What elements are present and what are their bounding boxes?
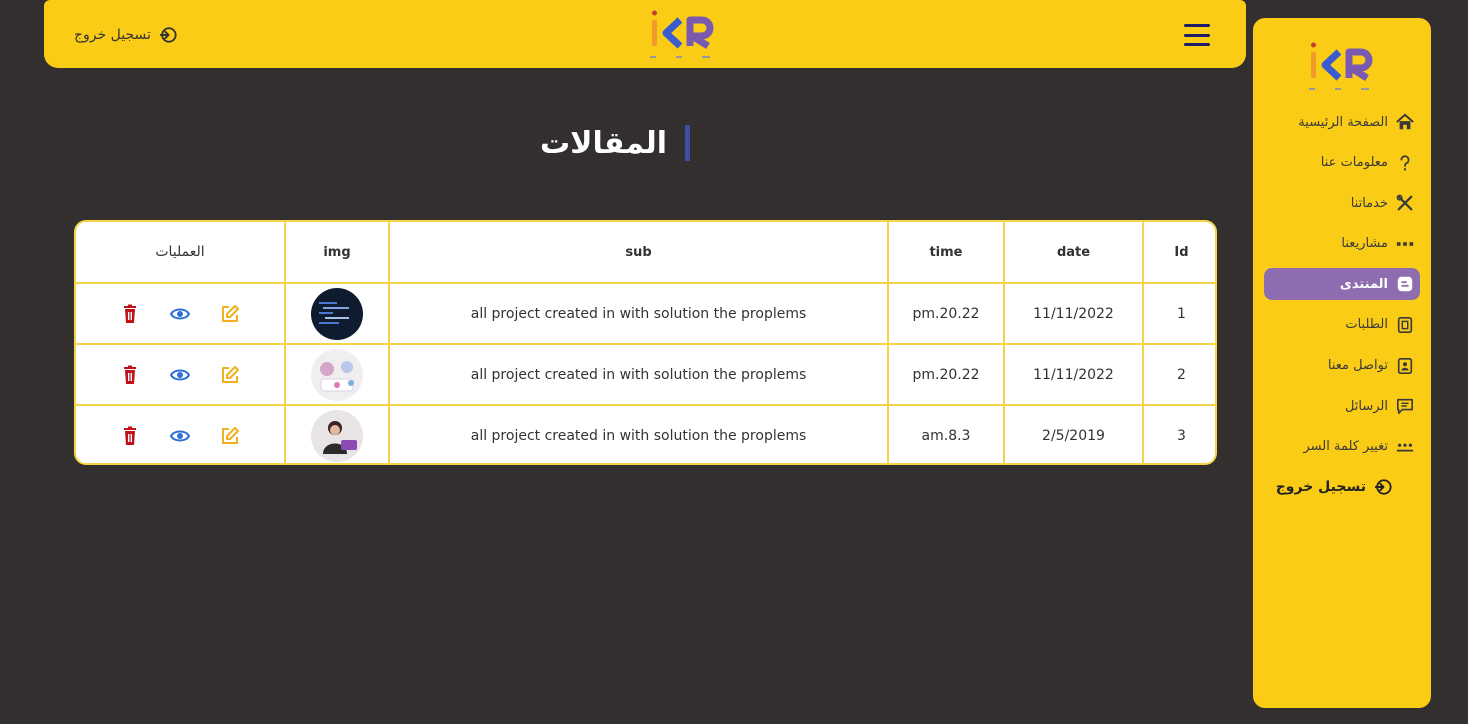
edit-icon[interactable] — [220, 426, 240, 446]
sidebar-item-projects[interactable]: مشاريعنا — [1264, 228, 1420, 260]
sidebar-brand-logo — [1305, 38, 1377, 94]
brand-logo — [646, 8, 718, 62]
header-logout-button[interactable]: تسجيل خروج — [74, 24, 177, 46]
view-icon[interactable] — [170, 365, 190, 385]
sidebar-logout-button[interactable]: تسجيل خروج — [1264, 471, 1420, 503]
cell-img — [284, 343, 390, 406]
messages-icon — [1396, 397, 1414, 415]
page-title-text: المقالات — [540, 125, 668, 161]
sidebar-item-change-password[interactable]: تغيير كلمة السر — [1264, 431, 1420, 463]
table-row: 3 2/5/2019 am.8.3 all project created in… — [76, 404, 1215, 463]
sidebar-item-label: خدماتنا — [1350, 195, 1388, 211]
dots-icon — [1396, 235, 1414, 253]
table-row: 1 11/11/2022 pm.20.22 all project create… — [76, 282, 1215, 345]
cell-sub: all project created in with solution the… — [388, 404, 889, 463]
sidebar-item-forum[interactable]: المنتدى — [1264, 268, 1420, 301]
sidebar-logout-label: تسجيل خروج — [1275, 479, 1366, 496]
password-icon — [1396, 438, 1414, 456]
sidebar-item-label: معلومات عنا — [1320, 155, 1388, 171]
table-row: 2 11/11/2022 pm.20.22 all project create… — [76, 343, 1215, 406]
delete-icon[interactable] — [120, 365, 140, 385]
cell-id: 2 — [1142, 343, 1215, 406]
articles-table: Id date time sub img العمليات 1 11/11/20… — [74, 220, 1217, 465]
column-header-img: img — [284, 222, 390, 284]
cell-operations — [76, 343, 286, 406]
delete-icon[interactable] — [120, 304, 140, 324]
sidebar-item-home[interactable]: الصفحة الرئيسية — [1264, 106, 1420, 138]
contact-icon — [1396, 357, 1414, 375]
column-header-sub: sub — [388, 222, 889, 284]
delete-icon[interactable] — [120, 426, 140, 446]
logout-icon — [159, 26, 177, 44]
cell-id: 1 — [1142, 282, 1215, 345]
cell-time: pm.20.22 — [887, 282, 1005, 345]
top-header: تسجيل خروج — [44, 0, 1246, 68]
cell-time: pm.20.22 — [887, 343, 1005, 406]
question-icon — [1396, 154, 1414, 172]
hamburger-line — [1184, 24, 1210, 27]
title-accent-bar — [685, 125, 691, 161]
view-icon[interactable] — [170, 304, 190, 324]
sidebar-item-label: الصفحة الرئيسية — [1298, 114, 1388, 130]
cell-time: am.8.3 — [887, 404, 1005, 463]
cell-operations — [76, 282, 286, 345]
sidebar-item-label: المنتدى — [1339, 276, 1388, 292]
cell-id: 3 — [1142, 404, 1215, 463]
column-header-time: time — [887, 222, 1005, 284]
sidebar-item-contact[interactable]: تواصل معنا — [1264, 350, 1420, 382]
sidebar-item-orders[interactable]: الطلبات — [1264, 309, 1420, 341]
cell-operations — [76, 404, 286, 463]
cell-sub: all project created in with solution the… — [388, 282, 889, 345]
column-header-date: date — [1003, 222, 1144, 284]
cell-img — [284, 282, 390, 345]
sidebar-item-label: تغيير كلمة السر — [1303, 439, 1389, 455]
sidebar-nav: الصفحة الرئيسية معلومات عنا خدماتنا مشار… — [1253, 106, 1431, 512]
cell-date: 11/11/2022 — [1003, 343, 1144, 406]
sidebar-item-label: الطلبات — [1345, 317, 1388, 333]
sidebar-item-label: تواصل معنا — [1327, 358, 1388, 374]
cell-img — [284, 404, 390, 463]
edit-icon[interactable] — [220, 304, 240, 324]
cell-date: 2/5/2019 — [1003, 404, 1144, 463]
cell-sub: all project created in with solution the… — [388, 343, 889, 406]
column-header-id: Id — [1142, 222, 1215, 284]
header-logout-label: تسجيل خروج — [74, 27, 151, 43]
blog-icon — [1396, 275, 1414, 293]
hamburger-line — [1184, 43, 1210, 46]
sidebar: الصفحة الرئيسية معلومات عنا خدماتنا مشار… — [1253, 18, 1431, 708]
orders-icon — [1396, 316, 1414, 334]
page-title: المقالات — [540, 120, 720, 166]
article-thumbnail — [311, 287, 363, 340]
article-thumbnail — [311, 348, 363, 401]
sidebar-item-about[interactable]: معلومات عنا — [1264, 147, 1420, 179]
sidebar-item-label: مشاريعنا — [1341, 236, 1388, 252]
hamburger-line — [1184, 33, 1210, 37]
view-icon[interactable] — [170, 426, 190, 446]
article-thumbnail — [311, 410, 363, 462]
cell-date: 11/11/2022 — [1003, 282, 1144, 345]
sidebar-item-services[interactable]: خدماتنا — [1264, 187, 1420, 219]
edit-icon[interactable] — [220, 365, 240, 385]
tools-icon — [1396, 194, 1414, 212]
logout-icon — [1374, 478, 1392, 496]
table-header-row: Id date time sub img العمليات — [76, 222, 1215, 284]
sidebar-item-messages[interactable]: الرسائل — [1264, 390, 1420, 422]
home-icon — [1396, 113, 1414, 131]
menu-toggle-button[interactable] — [1184, 24, 1210, 46]
sidebar-item-label: الرسائل — [1344, 398, 1388, 414]
column-header-operations: العمليات — [76, 222, 286, 284]
